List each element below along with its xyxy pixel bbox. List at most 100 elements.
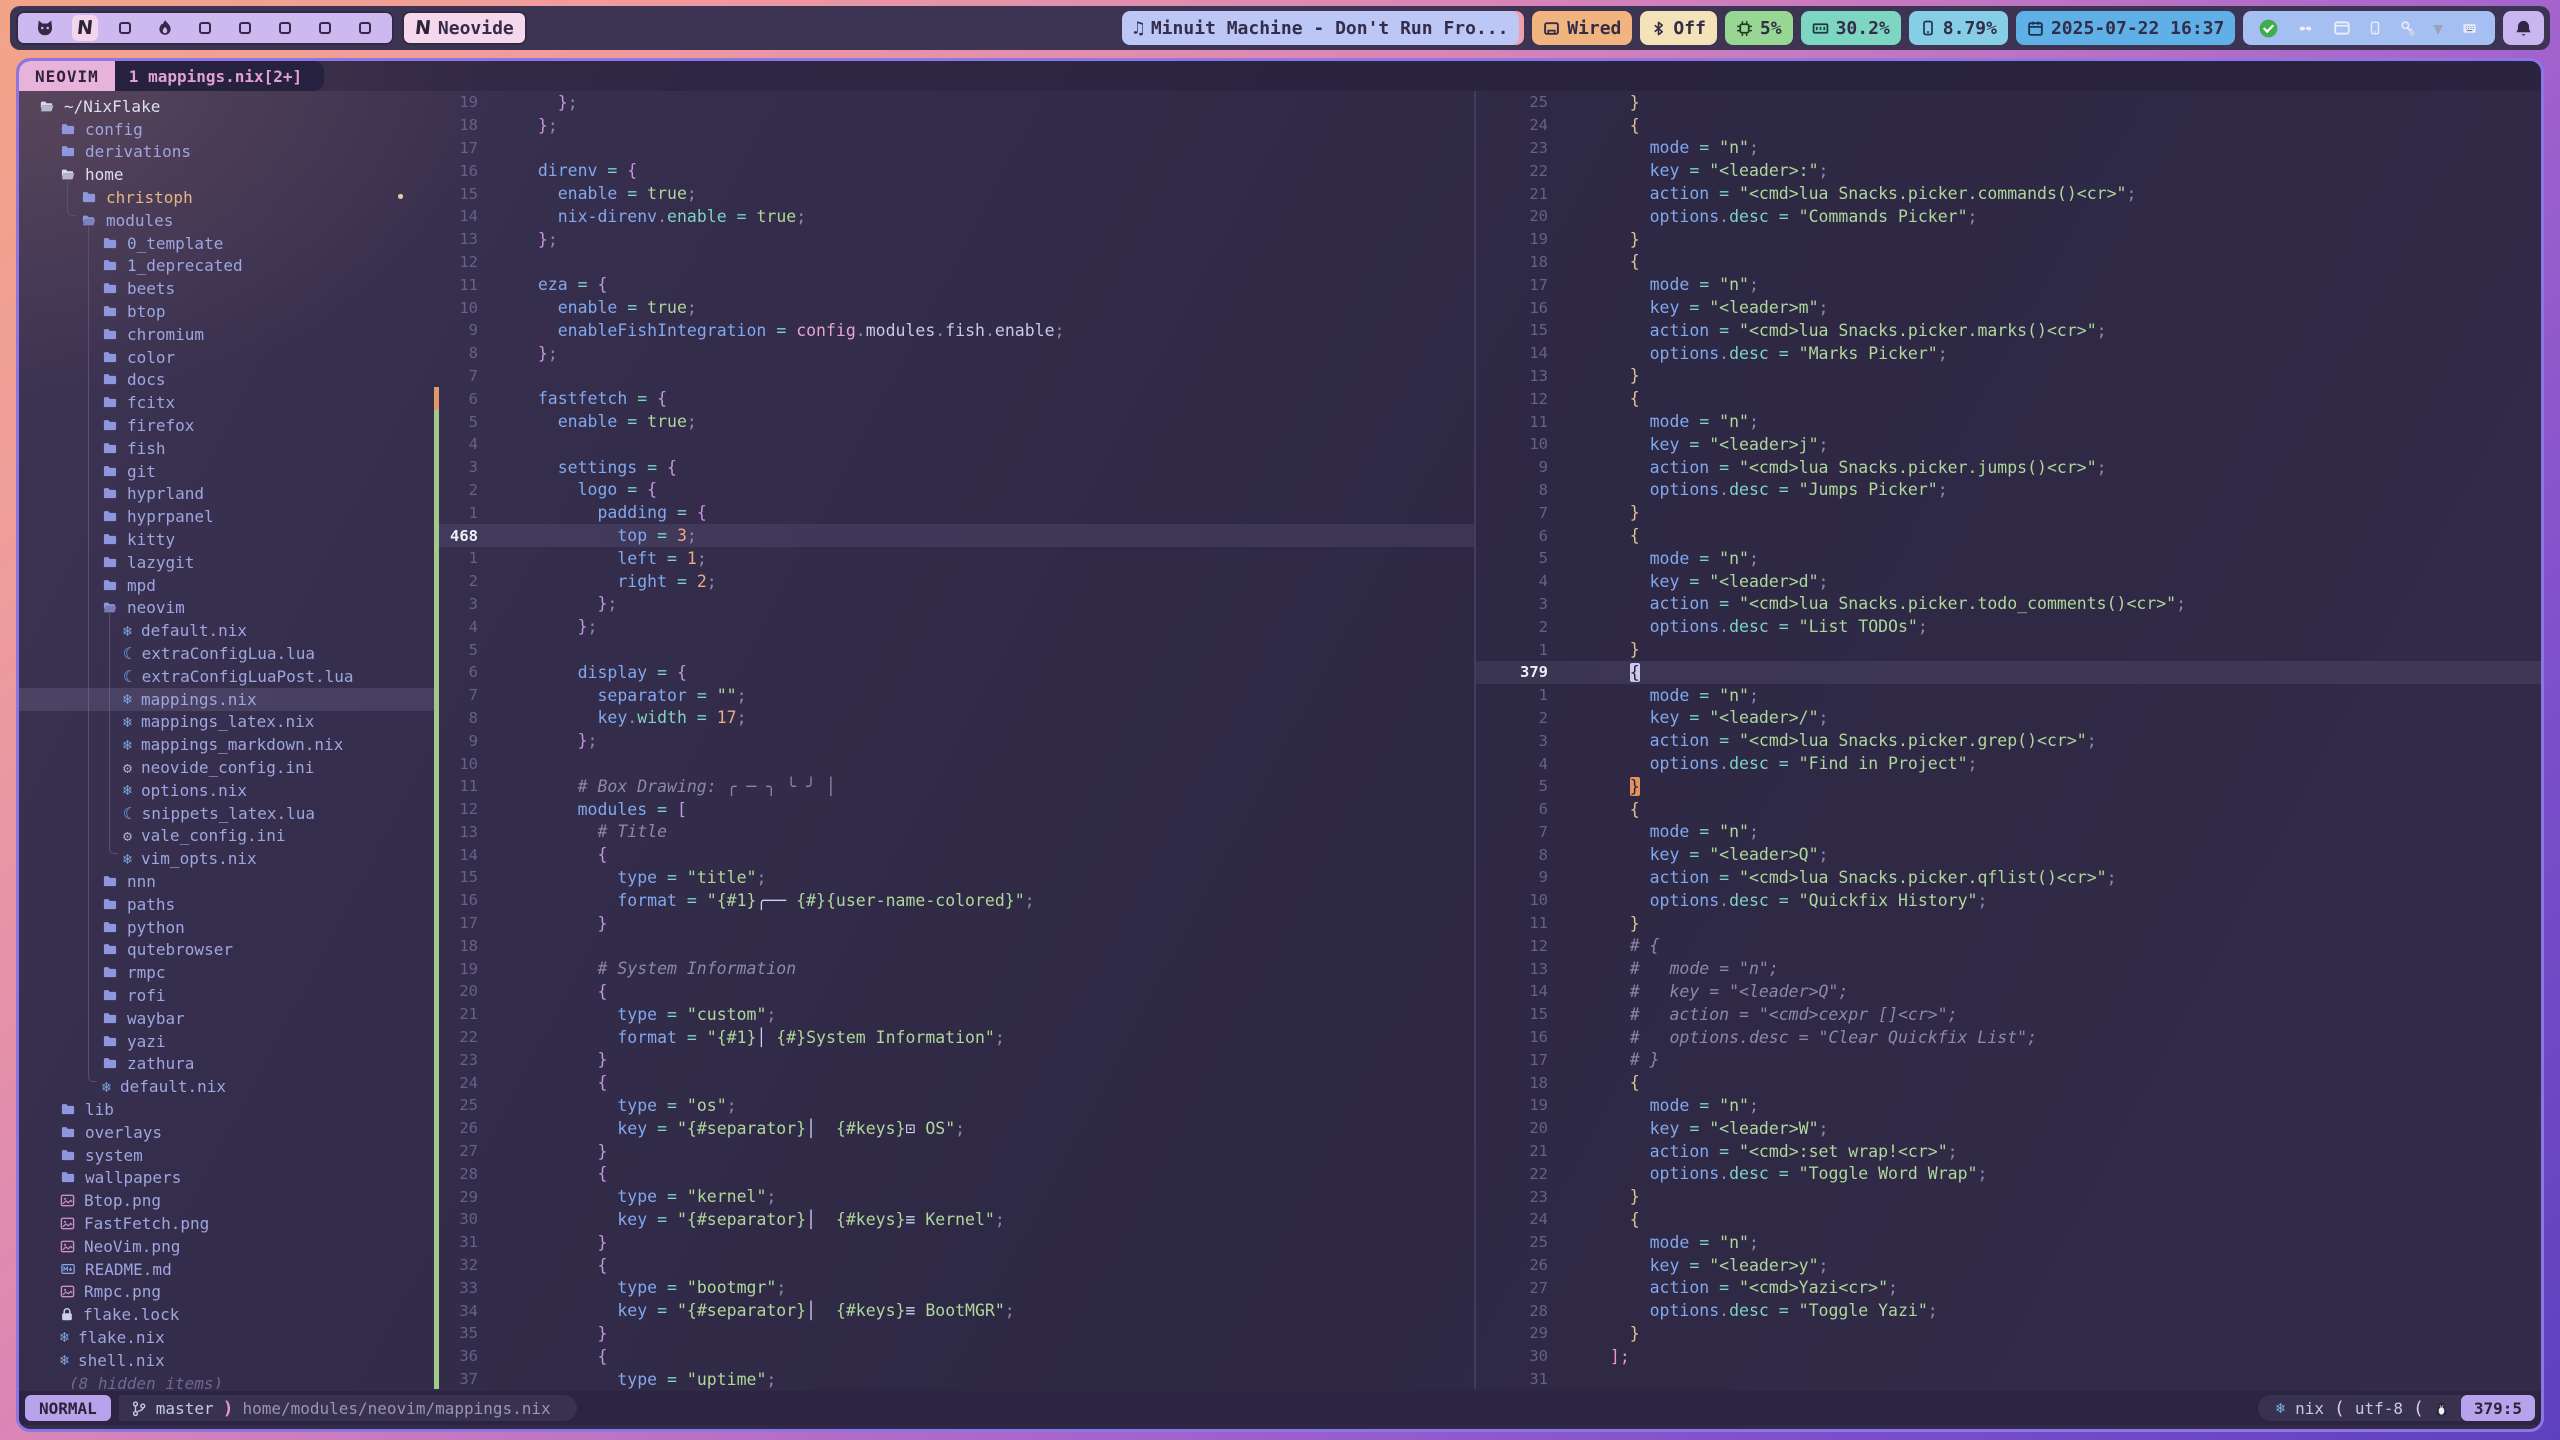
tree-item-yazi[interactable]: yazi xyxy=(19,1030,434,1053)
tree-item-config[interactable]: config xyxy=(19,118,434,141)
workspace-1-cat-icon[interactable] xyxy=(32,15,58,41)
tree-item-neovim[interactable]: neovim xyxy=(19,597,434,620)
key-icon[interactable] xyxy=(2399,20,2416,37)
tree-item-shell-nix[interactable]: ❄shell.nix xyxy=(19,1349,434,1372)
code-line: 3 action = "<cmd>lua Snacks.picker.grep(… xyxy=(1476,729,2541,752)
active-app-button[interactable]: N Neovide xyxy=(402,11,527,45)
tree-item-mappings-latex-nix[interactable]: ❄mappings_latex.nix xyxy=(19,711,434,734)
tree-item-mappings-markdown-nix[interactable]: ❄mappings_markdown.nix xyxy=(19,733,434,756)
tree-item-fcitx[interactable]: fcitx xyxy=(19,391,434,414)
tree-item-snippets-latex-lua[interactable]: ☾snippets_latex.lua xyxy=(19,802,434,825)
tree-item-mpd[interactable]: mpd xyxy=(19,574,434,597)
tree-item-1-deprecated[interactable]: 1_deprecated xyxy=(19,255,434,278)
workspace-5-square-icon[interactable] xyxy=(192,15,218,41)
tree-item-vim-opts-nix[interactable]: ❄vim_opts.nix xyxy=(19,847,434,870)
tree-item-label: color xyxy=(127,348,175,367)
tree-item-readme-md[interactable]: README.md xyxy=(19,1258,434,1281)
tree-item-python[interactable]: python xyxy=(19,916,434,939)
tree-item-0-template[interactable]: 0_template xyxy=(19,232,434,255)
tree-item--nixflake[interactable]: ~/NixFlake xyxy=(19,95,434,118)
workspace-switcher[interactable]: N xyxy=(16,11,394,45)
tree-item-git[interactable]: git xyxy=(19,460,434,483)
code-line: 34 key = "{#separator}│ {#keys}≡ BootMGR… xyxy=(434,1299,1474,1322)
nix-icon: ❄ xyxy=(60,1351,69,1369)
tree-item-vale-config-ini[interactable]: ⚙vale_config.ini xyxy=(19,825,434,848)
code-line: 16 direnv = { xyxy=(434,159,1474,182)
tree-item-hyprpanel[interactable]: hyprpanel xyxy=(19,505,434,528)
tree-item--8-hidden-items-[interactable]: (8 hidden items) xyxy=(19,1372,434,1389)
line-text: key = "<leader>/"; xyxy=(1568,708,1828,727)
tree-item-wallpapers[interactable]: wallpapers xyxy=(19,1166,434,1189)
tree-item-extraconfiglua-lua[interactable]: ☾extraConfigLua.lua xyxy=(19,642,434,665)
workspace-2-neovide-icon[interactable]: N xyxy=(72,15,98,41)
line-number: 5 xyxy=(1476,549,1568,567)
workspace-8-square-icon[interactable] xyxy=(312,15,338,41)
tree-item-qutebrowser[interactable]: qutebrowser xyxy=(19,938,434,961)
right-editor-pane[interactable]: 25 }24 {23 mode = "n";22 key = "<leader>… xyxy=(1476,91,2541,1389)
mustache-icon[interactable] xyxy=(2295,21,2316,36)
tree-item-fastfetch-png[interactable]: FastFetch.png xyxy=(19,1212,434,1235)
tree-item-hyprland[interactable]: hyprland xyxy=(19,483,434,506)
tree-item-lazygit[interactable]: lazygit xyxy=(19,551,434,574)
workspace-4-flame-icon[interactable] xyxy=(152,15,178,41)
memory-pill[interactable]: 30.2% xyxy=(1801,11,1901,45)
tree-item-zathura[interactable]: zathura xyxy=(19,1052,434,1075)
tree-item-docs[interactable]: docs xyxy=(19,369,434,392)
tree-item-flake-nix[interactable]: ❄flake.nix xyxy=(19,1326,434,1349)
workspace-7-square-icon[interactable] xyxy=(272,15,298,41)
folder-icon xyxy=(102,1034,118,1049)
tree-item-chromium[interactable]: chromium xyxy=(19,323,434,346)
system-tray[interactable]: ▼ xyxy=(2243,11,2495,45)
tree-item-nnn[interactable]: nnn xyxy=(19,870,434,893)
cpu-pill[interactable]: 5% xyxy=(1725,11,1793,45)
line-number: 31 xyxy=(434,1233,496,1251)
tree-item-overlays[interactable]: overlays xyxy=(19,1121,434,1144)
tree-item-rofi[interactable]: rofi xyxy=(19,984,434,1007)
line-number: 6 xyxy=(434,390,496,408)
tree-item-modules[interactable]: modules xyxy=(19,209,434,232)
tree-item-flake-lock[interactable]: flake.lock xyxy=(19,1303,434,1326)
tree-item-neovide-config-ini[interactable]: ⚙neovide_config.ini xyxy=(19,756,434,779)
tree-item-paths[interactable]: paths xyxy=(19,893,434,916)
tree-item-beets[interactable]: beets xyxy=(19,277,434,300)
tree-item-firefox[interactable]: firefox xyxy=(19,414,434,437)
tree-item-btop[interactable]: btop xyxy=(19,300,434,323)
tree-item-rmpc[interactable]: rmpc xyxy=(19,961,434,984)
workspace-3-square-icon[interactable] xyxy=(112,15,138,41)
line-text: key = "{#separator}│ {#keys}≡ Kernel"; xyxy=(496,1210,1005,1229)
bluetooth-pill[interactable]: Off xyxy=(1640,11,1717,45)
tree-item-system[interactable]: system xyxy=(19,1144,434,1167)
workspace-9-square-icon[interactable] xyxy=(352,15,378,41)
window-frame-icon[interactable] xyxy=(2333,19,2351,37)
tree-item-waybar[interactable]: waybar xyxy=(19,1007,434,1030)
file-tree[interactable]: ~/NixFlakeconfigderivationshomechristoph… xyxy=(19,91,434,1389)
check-circle-icon[interactable] xyxy=(2259,19,2278,38)
tree-item-home[interactable]: home xyxy=(19,163,434,186)
triangle-icon[interactable]: ▼ xyxy=(2433,19,2443,38)
disk-pill[interactable]: 8.79% xyxy=(1909,11,2008,45)
tree-item-neovim-png[interactable]: NeoVim.png xyxy=(19,1235,434,1258)
tree-item-derivations[interactable]: derivations xyxy=(19,141,434,164)
network-pill[interactable]: Wired xyxy=(1532,11,1632,45)
tree-item-default-nix[interactable]: ❄default.nix xyxy=(19,619,434,642)
tree-item-lib[interactable]: lib xyxy=(19,1098,434,1121)
tree-item-mappings-nix[interactable]: ❄mappings.nix xyxy=(19,688,434,711)
tree-item-extraconfigluapost-lua[interactable]: ☾extraConfigLuaPost.lua xyxy=(19,665,434,688)
tree-item-btop-png[interactable]: Btop.png xyxy=(19,1189,434,1212)
tree-item-default-nix[interactable]: ❄default.nix xyxy=(19,1075,434,1098)
music-widget[interactable]: ♫ Minuit Machine - Don't Run Fro... xyxy=(1122,11,1519,45)
tree-item-color[interactable]: color xyxy=(19,346,434,369)
workspace-6-square-icon[interactable] xyxy=(232,15,258,41)
tree-item-rmpc-png[interactable]: Rmpc.png xyxy=(19,1280,434,1303)
keyboard-icon[interactable] xyxy=(2460,21,2479,36)
tree-item-fish[interactable]: fish xyxy=(19,437,434,460)
notifications-button[interactable] xyxy=(2503,11,2544,45)
tree-item-kitty[interactable]: kitty xyxy=(19,528,434,551)
phone-icon[interactable] xyxy=(2368,19,2382,37)
tree-item-christoph[interactable]: christoph• xyxy=(19,186,434,209)
clock-pill[interactable]: 2025-07-22 16:37 xyxy=(2016,11,2235,45)
tab-mappings-nix[interactable]: 1 mappings.nix[2+] xyxy=(115,61,324,91)
tree-item-options-nix[interactable]: ❄options.nix xyxy=(19,779,434,802)
tree-item-label: README.md xyxy=(85,1260,172,1279)
left-editor-pane[interactable]: 19 };18 };1716 direnv = {15 enable = tru… xyxy=(434,91,1474,1389)
